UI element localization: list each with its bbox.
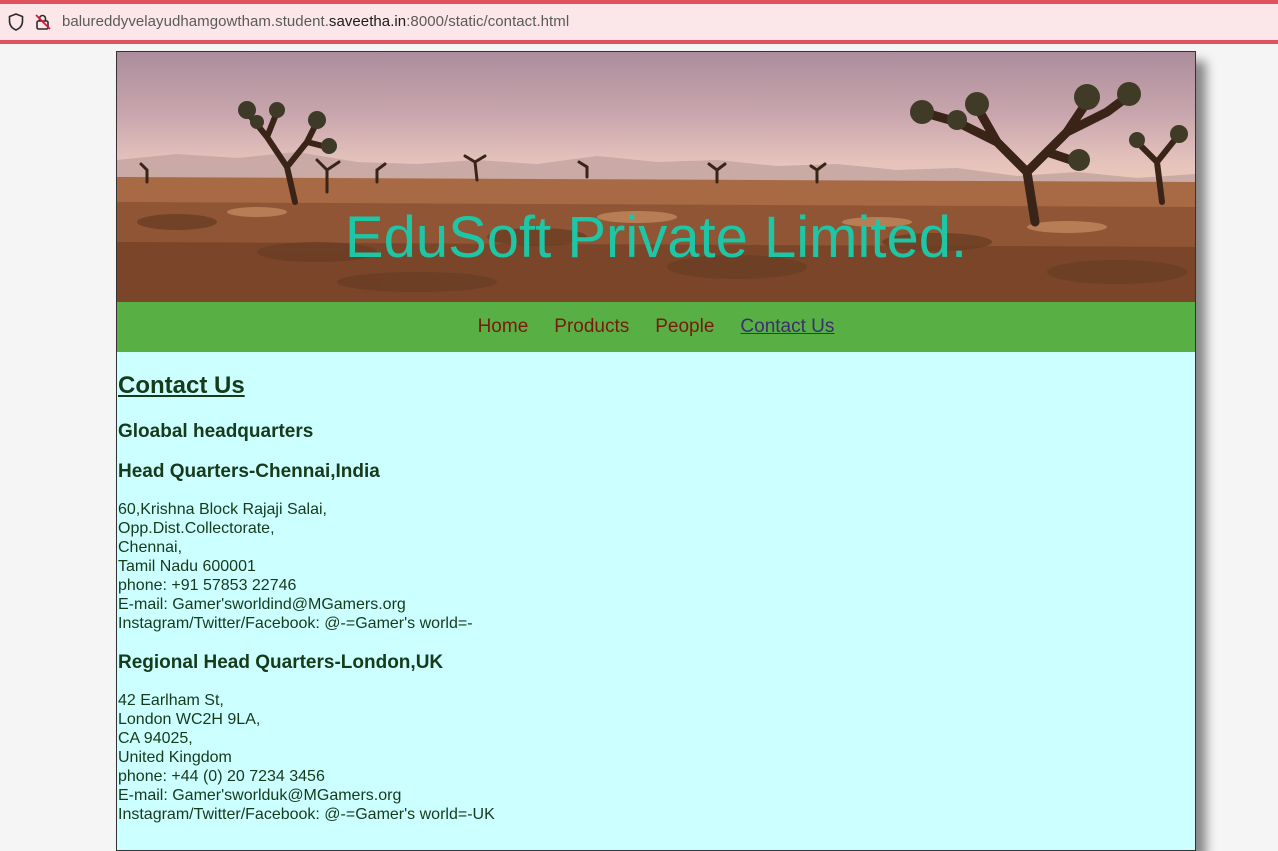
contact-content: Contact Us Gloabal headquarters Head Qua…	[118, 352, 1194, 824]
banner-image: EduSoft Private Limited.	[117, 52, 1195, 302]
office-address-chennai: 60,Krishna Block Rajaji Salai, Opp.Dist.…	[118, 500, 1194, 633]
nav-people-link[interactable]: People	[655, 316, 714, 338]
global-hq-heading: Gloabal headquarters	[118, 421, 314, 442]
shield-icon[interactable]	[7, 13, 25, 31]
nav-home-link[interactable]: Home	[478, 316, 529, 338]
office-title-london: Regional Head Quarters-London,UK	[118, 652, 444, 673]
nav-contact-link[interactable]: Contact Us	[740, 316, 834, 338]
address-line: Opp.Dist.Collectorate,	[118, 520, 275, 537]
url-text[interactable]: balureddyvelayudhamgowtham.student.savee…	[62, 13, 569, 30]
phone-line: phone: +91 57853 22746	[118, 577, 297, 594]
page-container: EduSoft Private Limited. Home Products P…	[116, 51, 1196, 851]
page-heading: Contact Us	[118, 372, 245, 399]
address-line: London WC2H 9LA,	[118, 711, 261, 728]
social-line: Instagram/Twitter/Facebook: @-=Gamer's w…	[118, 615, 473, 632]
address-line: United Kingdom	[118, 749, 232, 766]
address-line: 42 Earlham St,	[118, 692, 224, 709]
phone-line: phone: +44 (0) 20 7234 3456	[118, 768, 325, 785]
address-line: CA 94025,	[118, 730, 193, 747]
social-line: Instagram/Twitter/Facebook: @-=Gamer's w…	[118, 806, 495, 823]
nav-bar: Home Products People Contact Us	[117, 302, 1195, 352]
insecure-lock-icon[interactable]	[34, 13, 52, 31]
url-domain: saveetha.in	[328, 13, 407, 30]
address-line: Chennai,	[118, 539, 183, 556]
office-title-chennai: Head Quarters-Chennai,India	[118, 461, 380, 482]
email-line: E-mail: Gamer'sworldind@MGamers.org	[118, 596, 406, 613]
email-line: E-mail: Gamer'sworlduk@MGamers.org	[118, 787, 402, 804]
url-prefix: balureddyvelayudhamgowtham.student.	[62, 13, 329, 30]
address-line: Tamil Nadu 600001	[118, 558, 256, 575]
nav-products-link[interactable]: Products	[554, 316, 629, 338]
address-line: 60,Krishna Block Rajaji Salai,	[118, 501, 327, 518]
office-address-london: 42 Earlham St, London WC2H 9LA, CA 94025…	[118, 691, 1194, 824]
url-suffix: :8000/static/contact.html	[406, 13, 570, 30]
site-title: EduSoft Private Limited.	[344, 205, 968, 270]
address-bar[interactable]: balureddyvelayudhamgowtham.student.savee…	[0, 0, 1278, 44]
